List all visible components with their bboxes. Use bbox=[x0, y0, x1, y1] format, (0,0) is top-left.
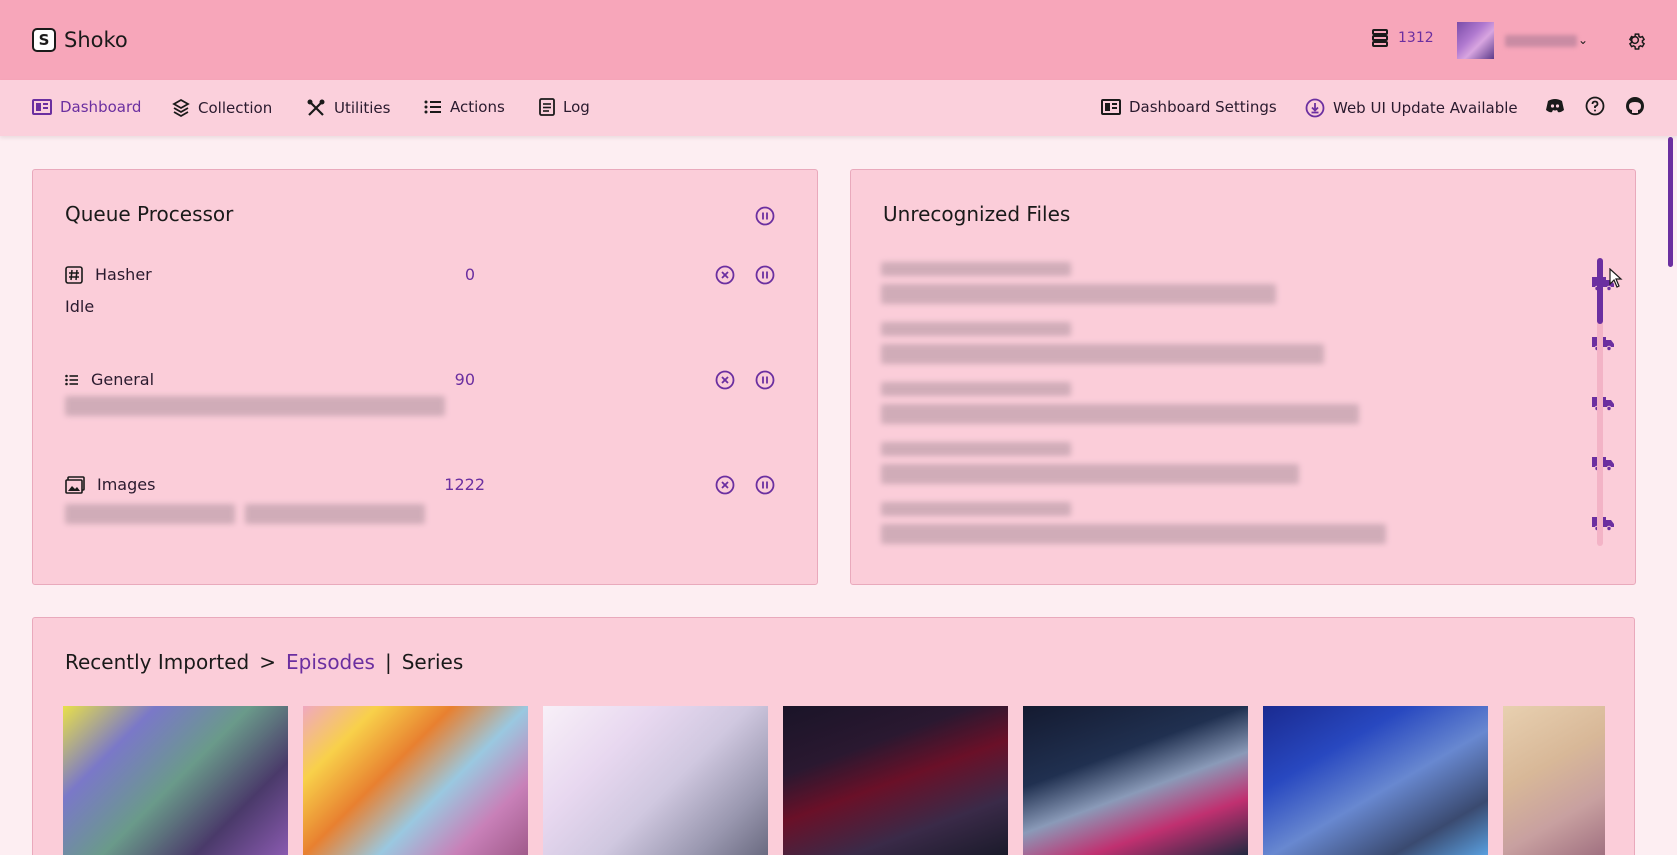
file-path-redacted bbox=[881, 344, 1324, 364]
unrecognized-files-panel: Unrecognized Files bbox=[850, 169, 1636, 585]
queue-status-redacted bbox=[65, 396, 445, 416]
tab-series[interactable]: Series bbox=[402, 650, 464, 674]
nav-log-label: Log bbox=[563, 98, 590, 116]
unrecognized-file-item[interactable] bbox=[881, 442, 1614, 498]
tools-icon bbox=[307, 99, 325, 116]
pause-all-icon[interactable] bbox=[755, 206, 775, 226]
dashboard-icon bbox=[32, 99, 52, 115]
unrecognized-file-item[interactable] bbox=[881, 262, 1614, 318]
episode-thumbnail[interactable] bbox=[1263, 706, 1488, 855]
tab-episodes[interactable]: Episodes bbox=[286, 650, 375, 674]
github-icon[interactable] bbox=[1625, 96, 1645, 116]
truck-icon[interactable] bbox=[1591, 334, 1615, 352]
episode-thumbnail[interactable] bbox=[63, 706, 288, 855]
nav-dashboard-label: Dashboard bbox=[60, 98, 142, 116]
pause-queue-icon[interactable] bbox=[755, 370, 775, 390]
app-name: Shoko bbox=[64, 28, 128, 52]
episode-thumbnail[interactable] bbox=[1023, 706, 1248, 855]
log-icon bbox=[539, 98, 555, 116]
file-path-redacted bbox=[881, 524, 1386, 544]
episode-thumbnail[interactable] bbox=[543, 706, 768, 855]
episode-thumbnail[interactable] bbox=[303, 706, 528, 855]
avatar[interactable] bbox=[1457, 22, 1494, 59]
file-name-redacted bbox=[881, 442, 1071, 456]
recently-imported-title: Recently Imported bbox=[65, 650, 250, 674]
nav-utilities[interactable]: Utilities bbox=[306, 98, 390, 118]
top-header: S Shoko 1312 ⌄ bbox=[0, 0, 1677, 80]
breadcrumb-separator: > bbox=[259, 650, 277, 674]
layers-icon bbox=[172, 98, 190, 118]
queue-status-redacted bbox=[65, 504, 235, 524]
pause-queue-icon[interactable] bbox=[755, 475, 775, 495]
recently-imported-header: Recently Imported > Episodes | Series bbox=[65, 650, 463, 674]
unrecognized-file-item[interactable] bbox=[881, 382, 1614, 438]
queue-status-redacted bbox=[245, 504, 425, 524]
nav-actions-label: Actions bbox=[450, 98, 505, 116]
clear-queue-icon[interactable] bbox=[715, 370, 735, 390]
nav-dashboard-settings-label: Dashboard Settings bbox=[1129, 98, 1277, 116]
nav-webui-update[interactable]: Web UI Update Available bbox=[1305, 98, 1518, 118]
unrecognized-file-item[interactable] bbox=[881, 502, 1614, 558]
discord-icon[interactable] bbox=[1545, 96, 1565, 116]
truck-icon[interactable] bbox=[1591, 394, 1615, 412]
queue-count-indicator[interactable]: 1312 bbox=[1372, 29, 1434, 47]
app-logo[interactable]: S Shoko bbox=[32, 28, 128, 52]
list-icon bbox=[65, 374, 78, 385]
nav-utilities-label: Utilities bbox=[334, 99, 391, 117]
file-path-redacted bbox=[881, 464, 1299, 484]
truck-icon[interactable] bbox=[1591, 514, 1615, 532]
file-name-redacted bbox=[881, 322, 1071, 336]
episode-thumbnail[interactable] bbox=[1503, 706, 1605, 855]
nav-log[interactable]: Log bbox=[539, 98, 590, 116]
truck-icon[interactable] bbox=[1591, 454, 1615, 472]
episode-thumbnail[interactable] bbox=[783, 706, 1008, 855]
user-name[interactable] bbox=[1505, 35, 1577, 47]
file-name-redacted bbox=[881, 262, 1071, 276]
queue-count-value: 1312 bbox=[1398, 30, 1434, 46]
unrecognized-file-item[interactable] bbox=[881, 322, 1614, 378]
clear-queue-icon[interactable] bbox=[715, 265, 735, 285]
unrecognized-files-title: Unrecognized Files bbox=[883, 202, 1071, 226]
page-scrollbar-thumb[interactable] bbox=[1668, 137, 1673, 267]
queue-status: Idle bbox=[65, 297, 95, 316]
queue-name: General bbox=[65, 370, 154, 389]
queue-count: 1222 bbox=[444, 475, 485, 494]
queue-name: Hasher bbox=[65, 265, 152, 284]
logo-icon: S bbox=[32, 28, 56, 52]
help-icon[interactable] bbox=[1585, 96, 1605, 116]
queue-count: 0 bbox=[464, 265, 475, 284]
pause-queue-icon[interactable] bbox=[755, 265, 775, 285]
clear-queue-icon[interactable] bbox=[715, 475, 735, 495]
tab-divider: | bbox=[384, 650, 392, 674]
file-path-redacted bbox=[881, 404, 1359, 424]
file-name-redacted bbox=[881, 502, 1071, 516]
main-nav: Dashboard Collection Utilities Actions L… bbox=[0, 80, 1677, 136]
unrecognized-scrollbar-thumb[interactable] bbox=[1597, 258, 1603, 324]
file-path-redacted bbox=[881, 284, 1276, 304]
queue-name: Images bbox=[65, 475, 155, 494]
chevron-down-icon[interactable]: ⌄ bbox=[1578, 33, 1588, 47]
hash-icon bbox=[65, 265, 83, 284]
dashboard-settings-icon bbox=[1101, 99, 1121, 115]
nav-actions[interactable]: Actions bbox=[424, 98, 505, 116]
gear-icon[interactable] bbox=[1625, 30, 1645, 50]
server-icon bbox=[1372, 29, 1388, 47]
queue-name-label: Hasher bbox=[95, 265, 152, 284]
images-icon bbox=[65, 475, 85, 494]
recently-imported-panel: Recently Imported > Episodes | Series bbox=[32, 617, 1635, 855]
list-icon bbox=[424, 100, 441, 114]
nav-dashboard-settings[interactable]: Dashboard Settings bbox=[1101, 98, 1277, 116]
file-name-redacted bbox=[881, 382, 1071, 396]
queue-name-label: General bbox=[91, 370, 155, 389]
nav-dashboard[interactable]: Dashboard bbox=[32, 98, 141, 116]
download-icon bbox=[1305, 98, 1325, 118]
queue-processor-panel: Queue Processor Hasher 0 Idle General 90… bbox=[32, 169, 818, 585]
nav-collection[interactable]: Collection bbox=[172, 98, 272, 118]
queue-name-label: Images bbox=[97, 475, 156, 494]
mouse-cursor-icon bbox=[1609, 268, 1623, 288]
nav-collection-label: Collection bbox=[198, 99, 273, 117]
queue-count: 90 bbox=[454, 370, 475, 389]
queue-processor-title: Queue Processor bbox=[65, 202, 234, 226]
nav-webui-update-label: Web UI Update Available bbox=[1333, 99, 1518, 117]
